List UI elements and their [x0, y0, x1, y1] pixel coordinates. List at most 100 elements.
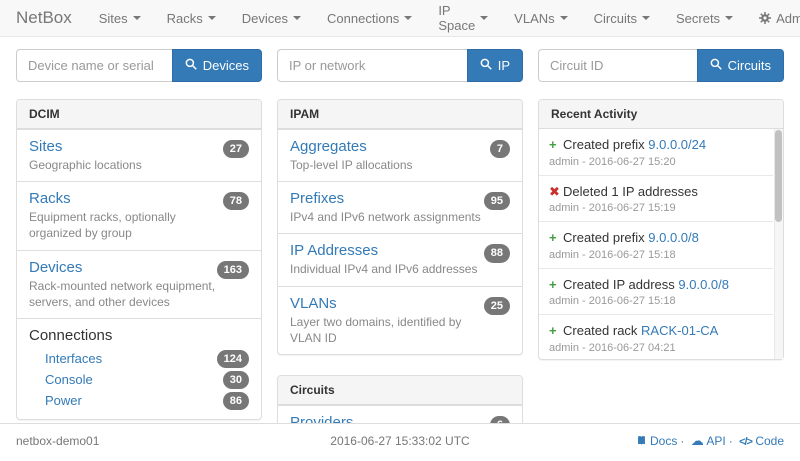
- activity-row: ✖Deleted 1 IP addresses admin - 2016-06-…: [539, 175, 773, 222]
- search-row: Devices IP Circuits: [16, 49, 784, 82]
- api-link[interactable]: ☁ API: [691, 434, 726, 448]
- nav-item-racks[interactable]: Racks: [154, 0, 229, 36]
- gear-icon: [759, 12, 771, 24]
- vlans-link[interactable]: VLANs: [290, 295, 337, 312]
- connections-row-interfaces: 124 Interfaces: [29, 348, 249, 369]
- plus-icon: +: [549, 229, 563, 247]
- nav-item-label: Racks: [167, 11, 203, 26]
- navbar-menu: Sites Racks Devices Connections IP Space…: [86, 0, 746, 36]
- list-item-ip-addresses: 88 IP Addresses Individual IPv4 and IPv6…: [278, 233, 522, 285]
- device-search-input[interactable]: [16, 49, 172, 82]
- chevron-down-icon: [404, 16, 412, 20]
- footer-hostname: netbox-demo01: [16, 434, 272, 448]
- chevron-down-icon: [293, 16, 301, 20]
- code-icon: </>: [739, 436, 752, 448]
- nav-item-label: VLANs: [514, 11, 554, 26]
- footer-separator: ·: [729, 434, 733, 448]
- circuit-search-group: Circuits: [538, 49, 784, 82]
- list-item-connections: Connections 124 Interfaces 30 Console 86…: [17, 318, 261, 419]
- activity-action: Created prefix: [563, 230, 645, 245]
- ipam-panel-title: IPAM: [278, 100, 522, 129]
- aggregates-count-badge: 7: [490, 140, 510, 158]
- circuit-search-button[interactable]: Circuits: [697, 49, 784, 82]
- activity-object-link[interactable]: 9.0.0.0/24: [648, 137, 706, 152]
- nav-item-devices[interactable]: Devices: [229, 0, 314, 36]
- nav-item-circuits[interactable]: Circuits: [581, 0, 663, 36]
- search-icon: [185, 58, 197, 73]
- interfaces-link[interactable]: Interfaces: [45, 351, 102, 366]
- chevron-down-icon: [725, 16, 733, 20]
- activity-action: Created IP address: [563, 277, 675, 292]
- activity-action: Created prefix: [563, 137, 645, 152]
- device-search-button[interactable]: Devices: [172, 49, 262, 82]
- activity-meta: admin - 2016-06-27 15:19: [549, 202, 769, 214]
- prefixes-link[interactable]: Prefixes: [290, 190, 344, 207]
- chevron-down-icon: [560, 16, 568, 20]
- scrollbar[interactable]: [774, 129, 783, 359]
- devices-count-badge: 163: [217, 261, 249, 279]
- activity-object-link[interactable]: 9.0.0.0/8: [648, 230, 699, 245]
- activity-object-link[interactable]: 9.0.0.0/8: [678, 277, 729, 292]
- ip-addresses-description: Individual IPv4 and IPv6 addresses: [290, 261, 510, 277]
- device-search-group: Devices: [16, 49, 262, 82]
- chevron-down-icon: [208, 16, 216, 20]
- ip-search-input[interactable]: [277, 49, 467, 82]
- nav-item-connections[interactable]: Connections: [314, 0, 425, 36]
- connections-row-power: 86 Power: [29, 390, 249, 411]
- plus-icon: +: [549, 136, 563, 154]
- ip-search-button[interactable]: IP: [467, 49, 523, 82]
- nav-item-ip-space[interactable]: IP Space: [425, 0, 501, 36]
- devices-link[interactable]: Devices: [29, 259, 82, 276]
- console-count-badge: 30: [223, 371, 249, 389]
- circuit-search-input[interactable]: [538, 49, 697, 82]
- nav-item-label: Devices: [242, 11, 288, 26]
- footer-separator: ·: [680, 434, 684, 448]
- search-icon: [710, 58, 722, 73]
- ip-addresses-count-badge: 88: [484, 244, 510, 262]
- vlans-description: Layer two domains, identified by VLAN ID: [290, 314, 510, 346]
- api-label: API: [706, 434, 725, 448]
- nav-item-label: Secrets: [676, 11, 720, 26]
- recent-activity-panel: Recent Activity +Created prefix 9.0.0.0/…: [538, 99, 784, 360]
- footer-timestamp: 2016-06-27 15:33:02 UTC: [272, 434, 528, 448]
- sites-description: Geographic locations: [29, 157, 249, 173]
- activity-row: +Created prefix 9.0.0.0/8 admin - 2016-0…: [539, 221, 773, 268]
- ip-addresses-link[interactable]: IP Addresses: [290, 242, 378, 259]
- code-label: Code: [755, 434, 784, 448]
- footer: netbox-demo01 2016-06-27 15:33:02 UTC Do…: [0, 423, 800, 461]
- recent-activity-scroll-area[interactable]: +Created prefix 9.0.0.0/24 admin - 2016-…: [539, 129, 783, 359]
- list-item-prefixes: 95 Prefixes IPv4 and IPv6 network assign…: [278, 181, 522, 233]
- dcim-panel-title: DCIM: [17, 100, 261, 129]
- ip-search-group: IP: [277, 49, 523, 82]
- scrollbar-thumb[interactable]: [775, 130, 782, 222]
- activity-row: +Created IP address 9.0.0.0/8 admin - 20…: [539, 268, 773, 315]
- ipam-panel: IPAM 7 Aggregates Top-level IP allocatio…: [277, 99, 523, 355]
- activity-object-link[interactable]: RACK-01-CA: [641, 323, 718, 338]
- aggregates-link[interactable]: Aggregates: [290, 138, 367, 155]
- footer-links: Docs· ☁ API· </> Code: [528, 433, 784, 449]
- nav-item-label: IP Space: [438, 3, 475, 33]
- sites-link[interactable]: Sites: [29, 138, 62, 155]
- book-icon: [636, 434, 647, 448]
- code-link[interactable]: </> Code: [739, 434, 784, 448]
- power-link[interactable]: Power: [45, 393, 82, 408]
- nav-item-secrets[interactable]: Secrets: [663, 0, 746, 36]
- admin-link[interactable]: Admin: [746, 0, 800, 36]
- connections-row-console: 30 Console: [29, 369, 249, 390]
- racks-link[interactable]: Racks: [29, 190, 71, 207]
- nav-item-sites[interactable]: Sites: [86, 0, 154, 36]
- console-link[interactable]: Console: [45, 372, 93, 387]
- sites-count-badge: 27: [223, 140, 249, 158]
- netbox-brand[interactable]: NetBox: [0, 0, 86, 36]
- recent-activity-title: Recent Activity: [539, 100, 783, 129]
- racks-description: Equipment racks, optionally organized by…: [29, 209, 249, 241]
- list-item-sites: 27 Sites Geographic locations: [17, 129, 261, 181]
- interfaces-count-badge: 124: [217, 350, 249, 368]
- docs-link[interactable]: Docs: [636, 434, 678, 448]
- activity-meta: admin - 2016-06-27 15:20: [549, 156, 769, 168]
- chevron-down-icon: [133, 16, 141, 20]
- nav-item-vlans[interactable]: VLANs: [501, 0, 580, 36]
- list-item-vlans: 25 VLANs Layer two domains, identified b…: [278, 286, 522, 354]
- list-item-racks: 78 Racks Equipment racks, optionally org…: [17, 181, 261, 249]
- activity-action: Deleted 1 IP addresses: [563, 184, 698, 199]
